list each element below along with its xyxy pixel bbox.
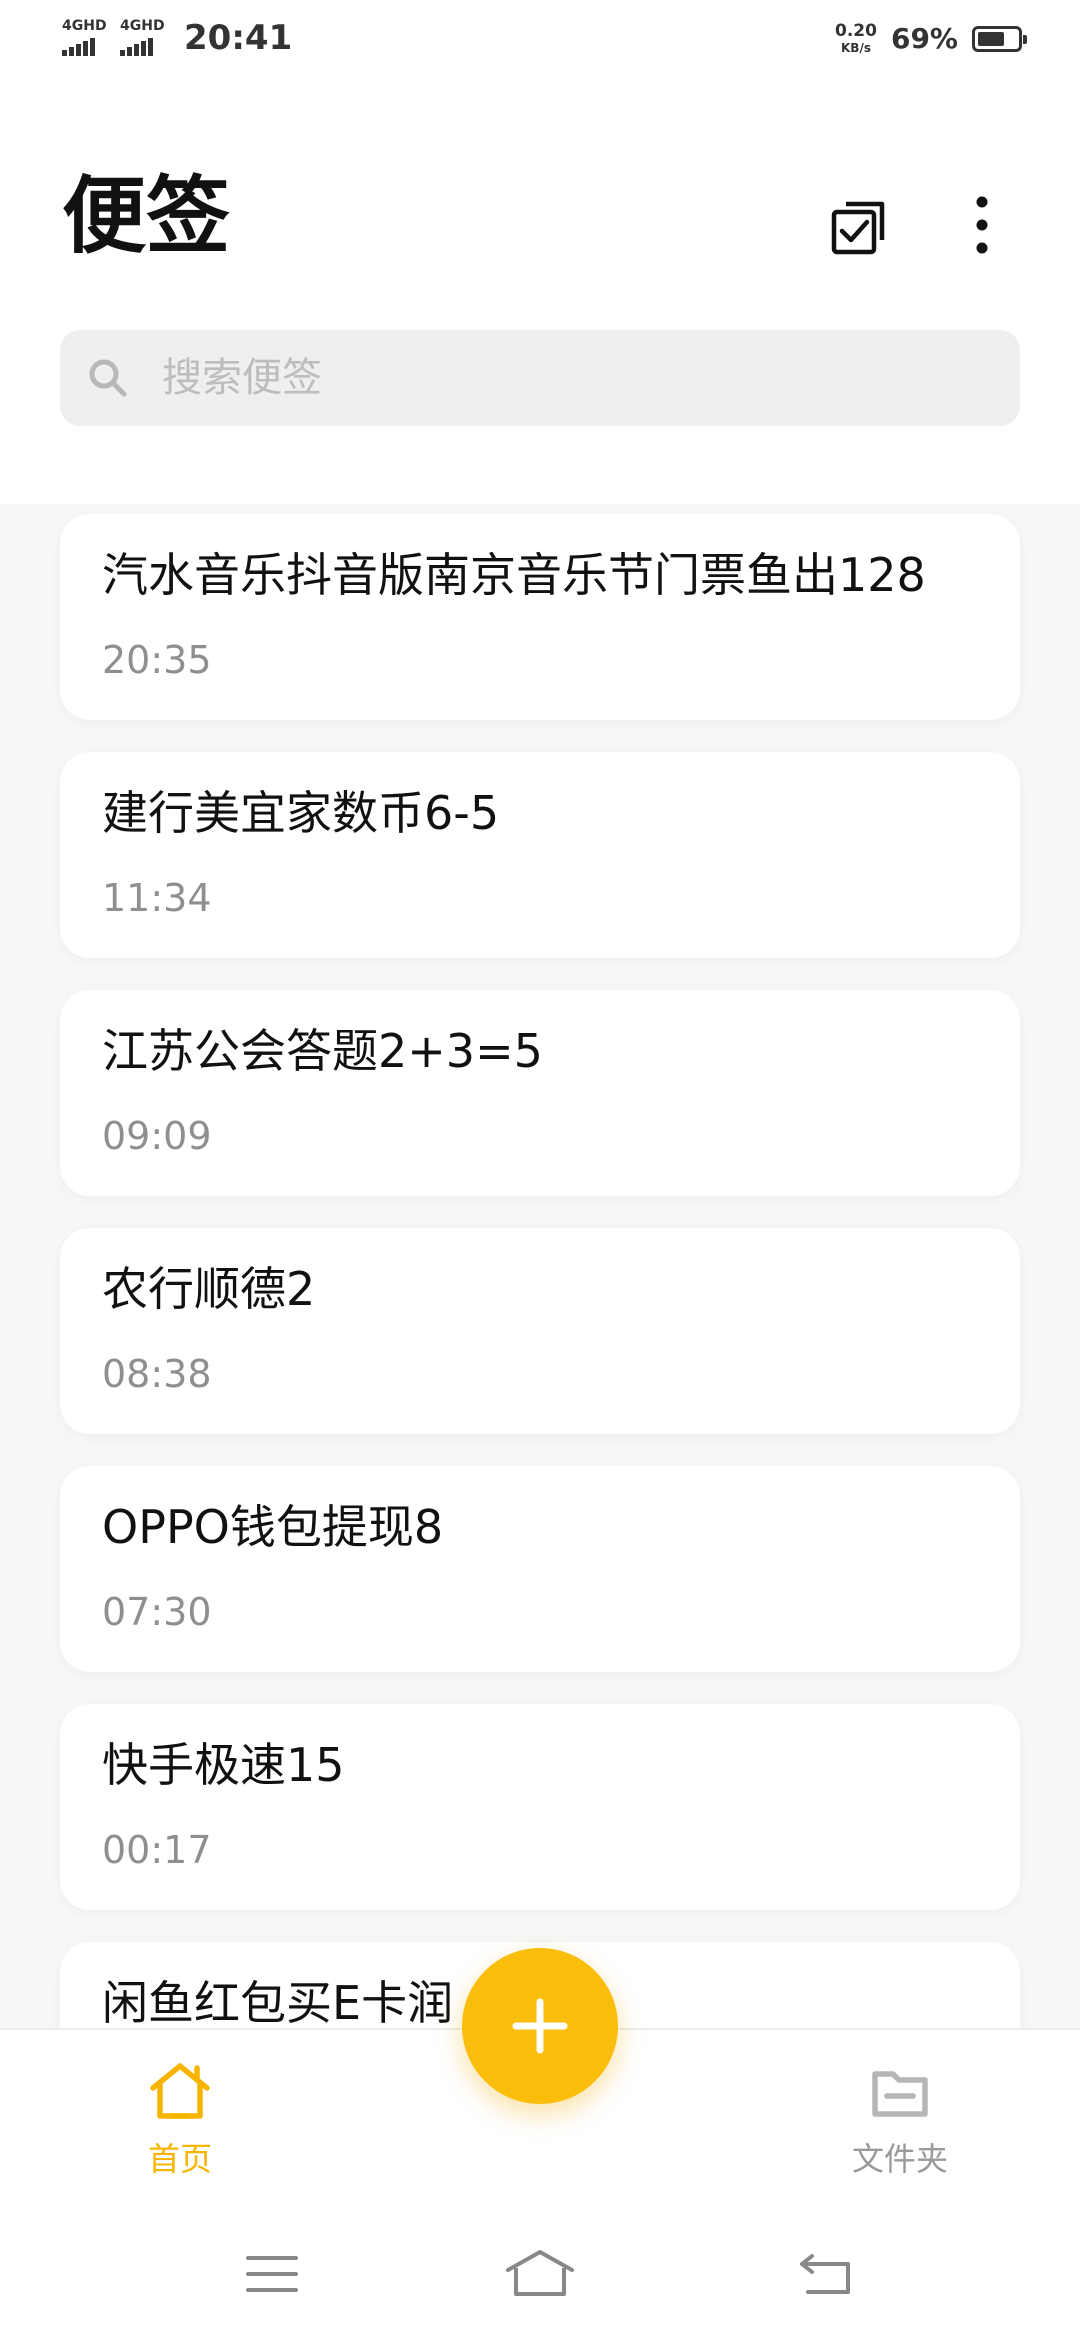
note-title: OPPO钱包提现8 [102,1500,444,1554]
network-speed-value: 0.20 [835,21,877,41]
back-arrow-icon [800,2254,850,2294]
search-placeholder: 搜索便签 [162,355,322,401]
system-home-button[interactable] [504,2248,576,2302]
system-nav-bar [0,2208,1080,2340]
search-input[interactable]: 搜索便签 [60,330,1020,426]
nav-folder-label: 文件夹 [851,2140,948,2178]
note-time: 07:30 [102,1590,212,1634]
home-icon [147,2060,213,2126]
add-note-button[interactable] [462,1948,618,2104]
search-icon [86,356,130,400]
more-vertical-icon[interactable] [962,190,1002,260]
note-time: 00:17 [102,1828,212,1872]
note-time: 09:09 [102,1114,212,1158]
note-title: 建行美宜家数币6-5 [102,786,500,840]
sim2-network-label: 4GHD [120,18,165,34]
status-right: 0.20 KB/s 69% [835,21,1027,55]
note-title: 农行顺德2 [102,1262,316,1316]
status-time: 20:41 [184,18,293,58]
sim1-network-label: 4GHD [62,18,107,34]
status-bar: 4GHD 4GHD 20:41 0.20 KB/s 69% [0,0,1080,84]
note-card[interactable]: OPPO钱包提现8 07:30 [60,1466,1020,1672]
nav-home-tab[interactable]: 首页 [90,2060,270,2180]
note-card[interactable]: 快手极速15 00:17 [60,1704,1020,1910]
header: 便签 [0,84,1080,504]
note-title: 闲鱼红包买E卡润 [102,1976,454,2030]
multi-select-checkbox-icon[interactable] [826,192,894,260]
page-title: 便签 [62,167,231,265]
battery-fill [978,31,1004,46]
home-outline-icon [506,2250,574,2296]
signal-sim1-icon: 4GHD [62,18,110,56]
note-title: 快手极速15 [102,1738,345,1792]
network-speed-unit: KB/s [841,41,871,55]
note-card[interactable]: 江苏公会答题2+3=5 09:09 [60,990,1020,1196]
note-card[interactable]: 农行顺德2 08:38 [60,1228,1020,1434]
battery-icon [972,25,1027,52]
plus-icon [512,1998,568,2054]
nav-home-label: 首页 [147,2140,212,2178]
recent-apps-button[interactable] [244,2252,300,2300]
folder-icon [867,2060,933,2126]
system-back-button[interactable] [796,2248,856,2302]
note-card[interactable]: 建行美宜家数币6-5 11:34 [60,752,1020,958]
network-speed: 0.20 KB/s [835,21,877,55]
note-title: 江苏公会答题2+3=5 [102,1024,543,1078]
note-card[interactable]: 汽水音乐抖音版南京音乐节门票鱼出128 20:35 [60,514,1020,720]
note-time: 11:34 [102,876,212,920]
battery-percent: 69% [890,22,958,55]
status-left: 4GHD 4GHD 20:41 [62,18,292,58]
nav-folder-tab[interactable]: 文件夹 [810,2060,990,2180]
note-title: 汽水音乐抖音版南京音乐节门票鱼出128 [102,548,926,602]
note-time: 20:35 [102,638,212,682]
menu-lines-icon [246,2256,298,2292]
note-time: 08:38 [102,1352,212,1396]
signal-sim2-icon: 4GHD [120,18,168,56]
